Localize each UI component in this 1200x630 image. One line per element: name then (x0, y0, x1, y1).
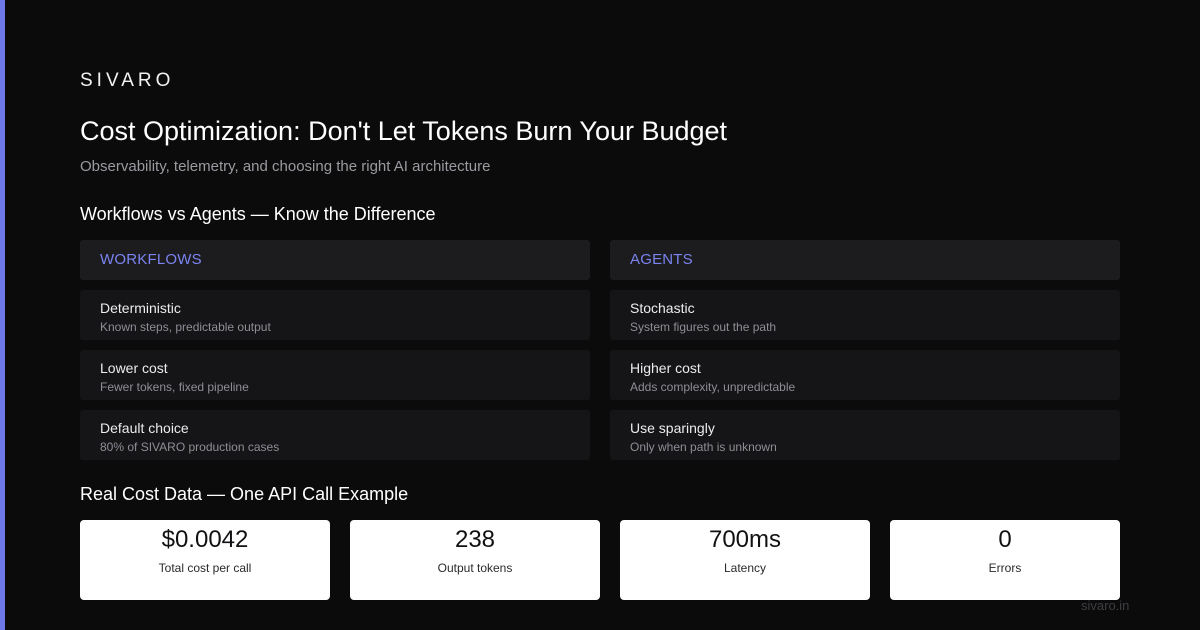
agents-column: AGENTS Stochastic System figures out the… (610, 240, 1120, 460)
workflows-item: Default choice 80% of SIVARO production … (80, 410, 590, 460)
workflows-item: Lower cost Fewer tokens, fixed pipeline (80, 350, 590, 400)
item-title: Lower cost (100, 360, 168, 376)
metric-card-latency: 700ms Latency (620, 520, 870, 600)
item-description: System figures out the path (630, 320, 777, 334)
agents-header: AGENTS (610, 240, 1120, 280)
metric-card-cost: $0.0042 Total cost per call (80, 520, 330, 600)
workflows-header: WORKFLOWS (80, 240, 590, 280)
agents-item: Use sparingly Only when path is unknown (610, 410, 1120, 460)
item-description: 80% of SIVARO production cases (100, 440, 280, 454)
workflows-column: WORKFLOWS Deterministic Known steps, pre… (80, 240, 590, 460)
metric-label: Errors (988, 561, 1022, 575)
metric-value: 700ms (708, 526, 782, 553)
metric-label: Output tokens (437, 561, 513, 575)
metric-card-errors: 0 Errors (890, 520, 1120, 600)
accent-bar (0, 0, 5, 630)
page-subtitle: Observability, telemetry, and choosing t… (80, 158, 491, 175)
metric-label: Total cost per call (158, 561, 252, 575)
item-title: Higher cost (630, 360, 701, 376)
item-title: Deterministic (100, 300, 181, 316)
item-description: Only when path is unknown (630, 440, 777, 454)
metric-value: $0.0042 (161, 526, 249, 553)
workflows-item: Deterministic Known steps, predictable o… (80, 290, 590, 340)
metric-value: 238 (454, 526, 496, 553)
brand-logo: SIVARO (80, 70, 175, 91)
item-title: Default choice (100, 420, 189, 436)
footer-url: sivaro.in (1081, 598, 1130, 613)
metric-card-tokens: 238 Output tokens (350, 520, 600, 600)
comparison-heading: Workflows vs Agents — Know the Differenc… (80, 204, 436, 224)
item-title: Use sparingly (630, 420, 715, 436)
cost-data-heading: Real Cost Data — One API Call Example (80, 484, 409, 504)
agents-item: Stochastic System figures out the path (610, 290, 1120, 340)
item-description: Adds complexity, unpredictable (630, 380, 796, 394)
metric-value: 0 (998, 526, 1012, 553)
agents-item: Higher cost Adds complexity, unpredictab… (610, 350, 1120, 400)
page-title: Cost Optimization: Don't Let Tokens Burn… (80, 116, 728, 146)
metric-label: Latency (723, 561, 767, 575)
item-title: Stochastic (630, 300, 695, 316)
item-description: Known steps, predictable output (100, 320, 271, 334)
item-description: Fewer tokens, fixed pipeline (100, 380, 249, 394)
